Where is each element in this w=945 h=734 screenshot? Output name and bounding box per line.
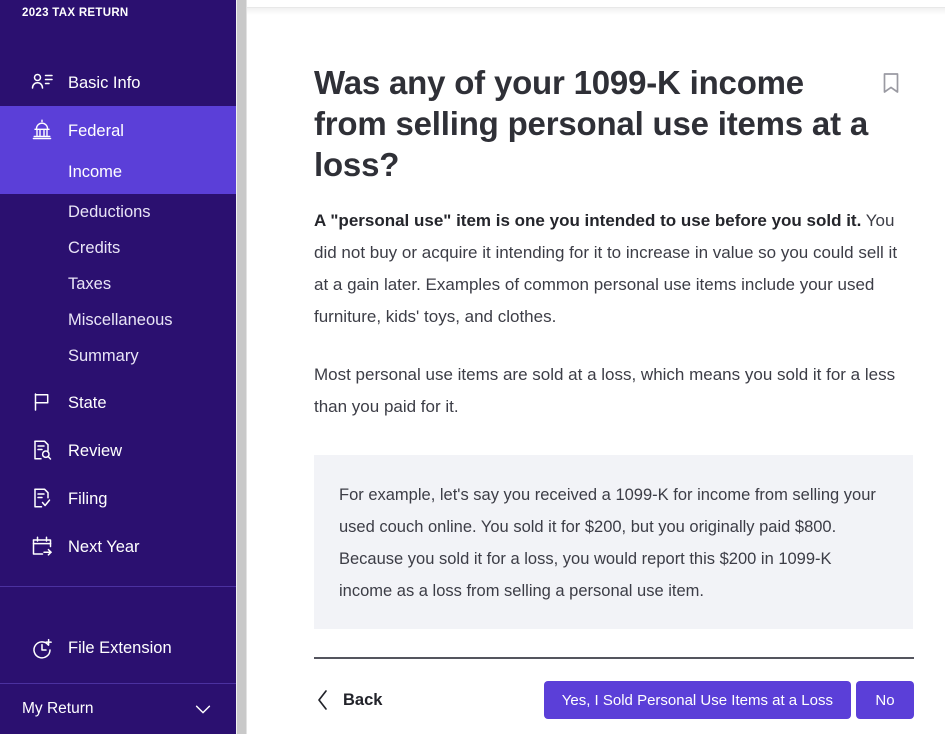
divider-rule — [314, 657, 914, 659]
chevron-left-icon — [316, 689, 330, 711]
sidebar-nav: Basic Info Federal Income Deductions Cre… — [0, 40, 236, 614]
paragraph-definition-bold: A "personal use" item is one you intende… — [314, 211, 862, 230]
back-label: Back — [343, 690, 383, 709]
sidebar-divider — [0, 586, 236, 587]
example-callout: For example, let's say you received a 10… — [314, 455, 913, 629]
scrollbar-thumb[interactable] — [237, 0, 246, 734]
sidebar-item-review[interactable]: Review — [0, 426, 236, 474]
sidebar-item-label: File Extension — [68, 639, 172, 657]
paragraph-definition: A "personal use" item is one you intende… — [314, 205, 899, 333]
sidebar-item-label: Basic Info — [68, 73, 141, 92]
back-button[interactable]: Back — [314, 685, 386, 715]
page-title: Was any of your 1099-K income from selli… — [314, 64, 868, 183]
flag-icon — [29, 389, 55, 415]
capitol-building-icon — [29, 117, 55, 143]
sidebar-subitem-summary[interactable]: Summary — [0, 338, 236, 374]
sidebar-item-label: Filing — [68, 489, 108, 508]
contact-card-icon — [29, 69, 55, 95]
content-column: Was any of your 1099-K income from selli… — [247, 0, 945, 719]
sidebar-item-label: Review — [68, 441, 123, 460]
federal-subnav: Income — [0, 154, 236, 194]
page-scrollbar[interactable] — [236, 0, 247, 734]
sidebar-item-label: Federal — [68, 121, 124, 140]
sidebar-item-label: Next Year — [68, 537, 140, 556]
title-row: Was any of your 1099-K income from selli… — [314, 62, 913, 185]
chevron-down-icon[interactable] — [192, 698, 214, 720]
document-search-icon — [29, 437, 55, 463]
no-button[interactable]: No — [856, 681, 914, 719]
clock-plus-icon — [29, 636, 55, 662]
sidebar-item-next-year[interactable]: Next Year — [0, 522, 236, 570]
yes-sold-at-loss-button[interactable]: Yes, I Sold Personal Use Items at a Loss — [543, 681, 851, 719]
sidebar-item-federal[interactable]: Federal — [0, 106, 236, 154]
sidebar-item-basic-info[interactable]: Basic Info — [0, 58, 236, 106]
sidebar-subitem-taxes[interactable]: Taxes — [0, 266, 236, 302]
my-return-label: My Return — [22, 700, 94, 717]
calendar-arrow-icon — [29, 533, 55, 559]
document-check-icon — [29, 485, 55, 511]
brand-title: 2023 TAX RETURN — [22, 7, 129, 19]
example-text: For example, let's say you received a 10… — [339, 486, 876, 600]
sidebar-item-label: State — [68, 393, 107, 412]
action-bar: Back Yes, I Sold Personal Use Items at a… — [314, 681, 914, 719]
my-return-toggle[interactable]: My Return — [0, 684, 236, 734]
app-root: 2023 TAX RETURN Basic Info Federal Incom… — [0, 0, 945, 734]
sidebar-subitem-miscellaneous[interactable]: Miscellaneous — [0, 302, 236, 338]
sidebar: 2023 TAX RETURN Basic Info Federal Incom… — [0, 0, 236, 734]
top-shadow — [247, 8, 945, 15]
sidebar-subitem-deductions[interactable]: Deductions — [0, 194, 236, 230]
sidebar-item-file-extension[interactable]: File Extension — [0, 614, 236, 684]
bookmark-icon[interactable] — [880, 72, 902, 96]
primary-actions: Yes, I Sold Personal Use Items at a Loss… — [543, 681, 914, 719]
sidebar-subitem-income[interactable]: Income — [0, 154, 236, 190]
paragraph-loss: Most personal use items are sold at a lo… — [314, 365, 896, 416]
sidebar-item-state[interactable]: State — [0, 378, 236, 426]
main-content: Was any of your 1099-K income from selli… — [247, 0, 945, 734]
federal-subnav-rest: Deductions Credits Taxes Miscellaneous S… — [0, 194, 236, 378]
sidebar-item-filing[interactable]: Filing — [0, 474, 236, 522]
sidebar-subitem-credits[interactable]: Credits — [0, 230, 236, 266]
sidebar-group-federal: Federal Income — [0, 106, 236, 194]
